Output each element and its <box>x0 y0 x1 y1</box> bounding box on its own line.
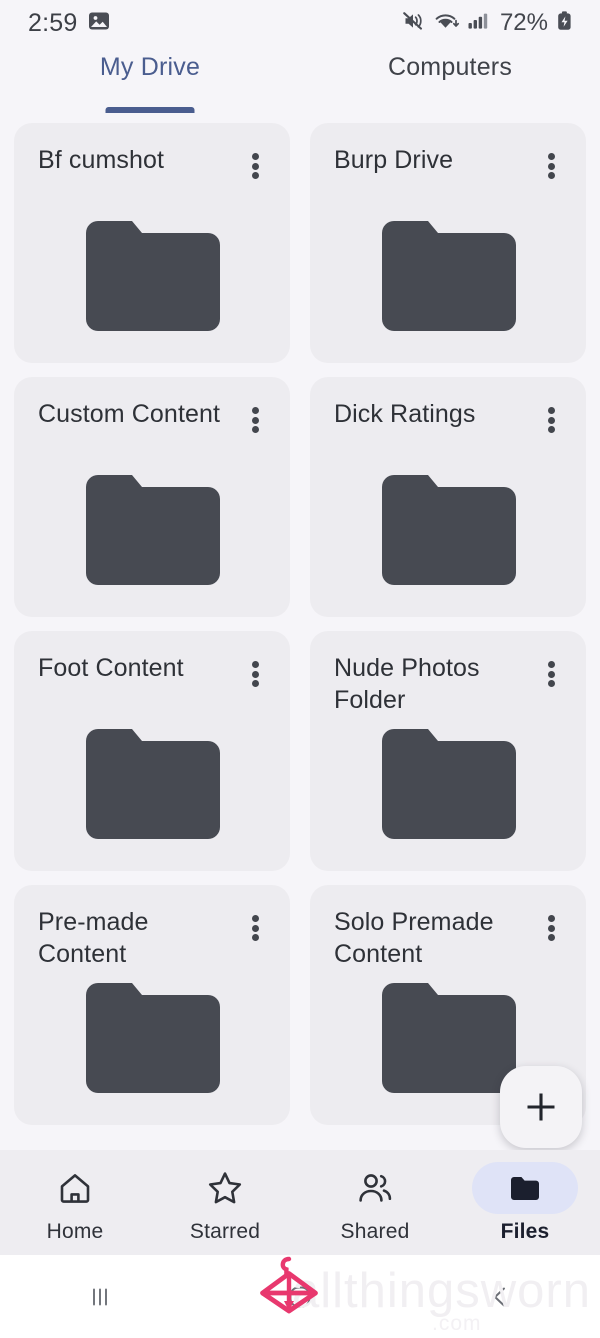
folder-icon <box>511 1176 539 1200</box>
recents-icon <box>93 1288 107 1305</box>
status-bar: 2:59 72% <box>0 0 600 46</box>
more-options-icon[interactable] <box>536 149 566 183</box>
tab-my-drive[interactable]: My Drive <box>0 46 300 113</box>
file-name: Foot Content <box>38 654 184 682</box>
back-button[interactable] <box>400 1280 600 1314</box>
more-options-icon[interactable] <box>240 657 270 691</box>
more-options-icon[interactable] <box>536 657 566 691</box>
more-options-icon[interactable] <box>240 911 270 945</box>
file-name: Burp Drive <box>334 146 454 174</box>
mute-icon <box>402 9 426 38</box>
folder-icon <box>86 475 220 585</box>
star-icon <box>208 1171 242 1203</box>
file-card-header: Burp Drive <box>334 145 566 183</box>
nav-item-shared[interactable]: Shared <box>300 1162 450 1244</box>
file-card-header: Dick Ratings <box>334 399 566 437</box>
file-name: Dick Ratings <box>334 400 476 428</box>
file-thumbnail <box>14 465 290 595</box>
file-card[interactable]: Bf cumshot <box>14 123 290 363</box>
nav-item-home[interactable]: Home <box>0 1162 150 1244</box>
app-screen: 2:59 72% My Drive Computers Bf cumshot B… <box>0 0 600 1338</box>
file-card[interactable]: Foot Content <box>14 631 290 871</box>
create-new-button[interactable] <box>500 1066 582 1148</box>
more-options-icon[interactable] <box>240 403 270 437</box>
file-thumbnail <box>310 211 586 341</box>
home-button[interactable] <box>200 1279 400 1315</box>
tab-computers[interactable]: Computers <box>300 46 600 113</box>
file-card-header: Bf cumshot <box>38 145 270 183</box>
bottom-navigation: Home Starred Shared Files <box>0 1150 600 1255</box>
file-name: Custom Content <box>38 400 221 428</box>
file-thumbnail <box>14 973 290 1103</box>
file-thumbnail <box>14 211 290 341</box>
more-options-icon[interactable] <box>240 149 270 183</box>
file-card-header: Nude Photos Folder <box>334 653 566 717</box>
image-icon <box>87 9 111 38</box>
file-thumbnail <box>310 719 586 849</box>
battery-percent: 72% <box>499 9 548 36</box>
nav-label-starred: Starred <box>189 1219 261 1243</box>
nav-label-home: Home <box>46 1219 104 1243</box>
signal-icon <box>467 9 490 38</box>
folder-icon <box>382 475 516 585</box>
wifi-icon <box>433 9 460 38</box>
file-card-header: Foot Content <box>38 653 270 691</box>
tab-active-indicator <box>105 107 195 113</box>
nav-pill-active <box>472 1161 578 1214</box>
file-card[interactable]: Nude Photos Folder <box>310 631 586 871</box>
file-card-header: Solo Premade Content <box>334 907 566 971</box>
people-icon <box>359 1173 392 1202</box>
status-bar-left: 2:59 <box>28 9 111 38</box>
more-options-icon[interactable] <box>536 911 566 945</box>
folder-icon <box>382 729 516 839</box>
battery-charging-icon <box>555 9 574 38</box>
status-time: 2:59 <box>28 8 78 37</box>
more-options-icon[interactable] <box>536 403 566 437</box>
nav-pill <box>172 1162 278 1214</box>
file-thumbnail <box>310 465 586 595</box>
folder-icon <box>382 221 516 331</box>
status-bar-right: 72% <box>402 9 574 38</box>
nav-item-starred[interactable]: Starred <box>150 1162 300 1244</box>
file-name: Pre-made Content <box>38 908 149 968</box>
file-name: Bf cumshot <box>38 146 165 174</box>
home-circle-icon <box>289 1286 311 1307</box>
folder-icon <box>86 221 220 331</box>
file-card[interactable]: Burp Drive <box>310 123 586 363</box>
folder-icon <box>86 729 220 839</box>
file-grid: Bf cumshot Burp Drive Custom Content Dic… <box>0 113 600 1125</box>
recents-button[interactable] <box>0 1280 200 1314</box>
tab-my-drive-label: My Drive <box>99 53 201 81</box>
nav-item-files[interactable]: Files <box>450 1161 600 1244</box>
nav-pill <box>22 1162 128 1214</box>
plus-icon <box>527 1093 555 1121</box>
file-thumbnail <box>14 719 290 849</box>
drive-tabs: My Drive Computers <box>0 46 600 113</box>
nav-label-shared: Shared <box>340 1219 410 1243</box>
file-card[interactable]: Dick Ratings <box>310 377 586 617</box>
tab-computers-label: Computers <box>387 53 513 81</box>
nav-label-files: Files <box>500 1219 550 1243</box>
file-card[interactable]: Custom Content <box>14 377 290 617</box>
folder-icon <box>86 983 220 1093</box>
file-name: Solo Premade Content <box>334 908 494 968</box>
file-name: Nude Photos Folder <box>334 654 480 714</box>
nav-pill <box>322 1162 428 1214</box>
home-icon <box>60 1173 90 1203</box>
file-card[interactable]: Pre-made Content <box>14 885 290 1125</box>
back-icon <box>494 1287 505 1306</box>
system-navigation-bar <box>0 1255 600 1338</box>
file-card-header: Custom Content <box>38 399 270 437</box>
file-card-header: Pre-made Content <box>38 907 270 971</box>
